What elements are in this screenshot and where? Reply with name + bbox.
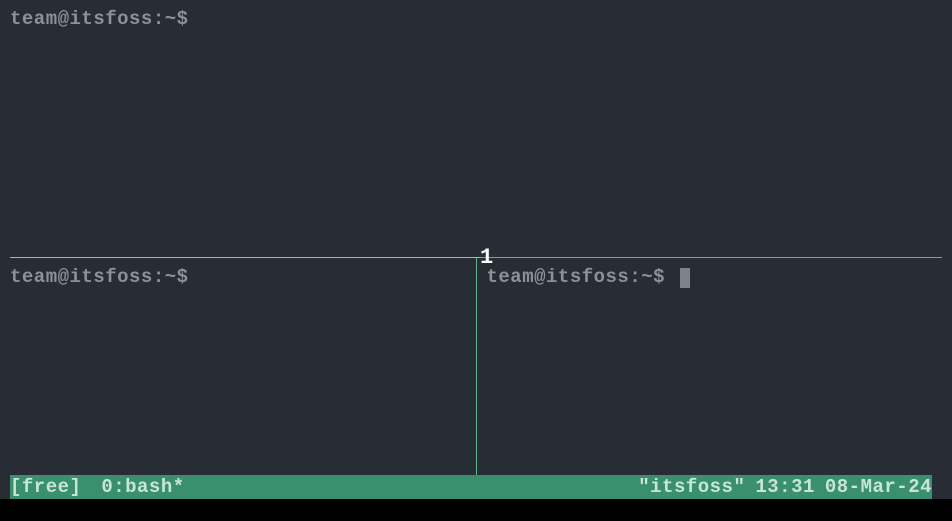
status-right: "itsfoss" 13:31 08-Mar-24 — [638, 476, 932, 498]
status-left: [free] 0:bash* — [10, 476, 185, 498]
pane-bottom-left[interactable]: team@itsfoss:~$ — [0, 258, 476, 499]
terminal-container: team@itsfoss:~$ 1 team@itsfoss:~$ team@i… — [0, 0, 952, 521]
date: 08-Mar-24 — [825, 476, 932, 498]
pane-bottom-right[interactable]: team@itsfoss:~$ — [477, 258, 952, 499]
prompt-bottom-right: team@itsfoss:~$ — [487, 266, 666, 288]
bottom-black-area — [0, 499, 952, 521]
pane-top[interactable]: team@itsfoss:~$ — [0, 0, 952, 257]
cursor-icon — [680, 268, 690, 288]
window-label[interactable]: 0:bash* — [101, 476, 184, 498]
prompt-top: team@itsfoss:~$ — [10, 8, 189, 30]
prompt-bottom-left: team@itsfoss:~$ — [10, 266, 189, 288]
tmux-panes: team@itsfoss:~$ 1 team@itsfoss:~$ team@i… — [0, 0, 952, 499]
pane-bottom-row: team@itsfoss:~$ team@itsfoss:~$ — [0, 258, 952, 499]
session-name[interactable]: [free] — [10, 476, 81, 498]
tmux-status-bar: [free] 0:bash* "itsfoss" 13:31 08-Mar-24 — [10, 475, 932, 499]
hostname: "itsfoss" — [638, 476, 745, 498]
annotation-number: 1 — [480, 245, 493, 270]
time: 13:31 — [755, 476, 815, 498]
